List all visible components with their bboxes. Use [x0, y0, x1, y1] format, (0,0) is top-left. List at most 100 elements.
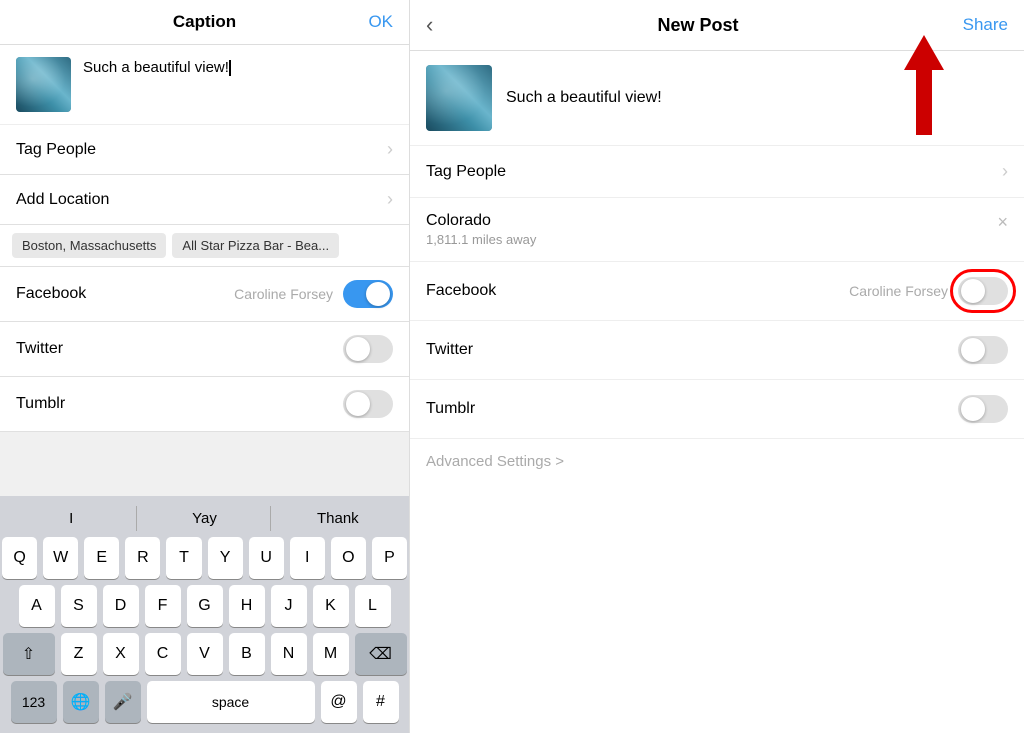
location-name: Colorado — [426, 212, 536, 230]
right-twitter-toggle-knob — [961, 338, 985, 362]
keyboard-row-3: ⇧ Z X C V B N M ⌫ — [2, 633, 407, 675]
location-distance: 1,811.1 miles away — [426, 232, 536, 247]
facebook-toggle-knob-left — [366, 282, 390, 306]
key-mic[interactable]: 🎤 — [105, 681, 141, 723]
right-twitter-label: Twitter — [426, 341, 473, 359]
suggestion-i[interactable]: I — [6, 506, 137, 531]
key-at[interactable]: @ — [321, 681, 357, 723]
facebook-toggle-left[interactable] — [343, 280, 393, 308]
key-k[interactable]: K — [313, 585, 349, 627]
tag-people-chevron-icon: › — [387, 139, 393, 160]
suggestion-thank[interactable]: Thank — [273, 506, 403, 531]
facebook-toggle-wrapper — [958, 277, 1008, 305]
new-post-header: ‹ New Post Share — [410, 0, 1024, 51]
key-v[interactable]: V — [187, 633, 223, 675]
suggestion-yay[interactable]: Yay — [139, 506, 270, 531]
add-location-label: Add Location — [16, 191, 109, 209]
keyboard: I Yay Thank Q W E R T Y U I O P A S D F … — [0, 496, 409, 733]
key-delete[interactable]: ⌫ — [355, 633, 407, 675]
right-facebook-right: Caroline Forsey — [849, 277, 1008, 305]
key-u[interactable]: U — [249, 537, 284, 579]
key-m[interactable]: M — [313, 633, 349, 675]
keyboard-suggestions: I Yay Thank — [2, 500, 407, 537]
right-tag-people-label: Tag People — [426, 163, 506, 181]
share-button[interactable]: Share — [963, 15, 1008, 35]
back-button[interactable]: ‹ — [426, 12, 433, 38]
twitter-row-left: Twitter — [0, 322, 409, 377]
facebook-label-left: Facebook — [16, 285, 86, 303]
key-b[interactable]: B — [229, 633, 265, 675]
advanced-settings[interactable]: Advanced Settings > — [410, 439, 1024, 484]
key-o[interactable]: O — [331, 537, 366, 579]
key-l[interactable]: L — [355, 585, 391, 627]
caption-header: Caption OK — [0, 0, 409, 45]
post-caption-text: Such a beautiful view! — [506, 89, 1008, 107]
location-info: Colorado 1,811.1 miles away — [426, 212, 536, 247]
key-g[interactable]: G — [187, 585, 223, 627]
key-p[interactable]: P — [372, 537, 407, 579]
tag-people-label: Tag People — [16, 141, 96, 159]
twitter-toggle-knob-left — [346, 337, 370, 361]
facebook-row-left: Facebook Caroline Forsey — [0, 267, 409, 322]
right-facebook-toggle[interactable] — [958, 277, 1008, 305]
location-tags-row: Boston, Massachusetts All Star Pizza Bar… — [0, 225, 409, 267]
right-facebook-row: Facebook Caroline Forsey — [410, 262, 1024, 321]
tumblr-label-left: Tumblr — [16, 395, 65, 413]
key-f[interactable]: F — [145, 585, 181, 627]
keyboard-row-4: 123 🌐 🎤 space @ # — [2, 681, 407, 723]
right-facebook-toggle-knob — [961, 279, 985, 303]
key-e[interactable]: E — [84, 537, 119, 579]
key-z[interactable]: Z — [61, 633, 97, 675]
key-t[interactable]: T — [166, 537, 201, 579]
key-d[interactable]: D — [103, 585, 139, 627]
tumblr-row-left: Tumblr — [0, 377, 409, 432]
right-facebook-account: Caroline Forsey — [849, 283, 948, 299]
key-hash[interactable]: # — [363, 681, 399, 723]
caption-title: Caption — [173, 12, 236, 32]
twitter-toggle-left[interactable] — [343, 335, 393, 363]
location-tag-boston[interactable]: Boston, Massachusetts — [12, 233, 166, 258]
key-123[interactable]: 123 — [11, 681, 57, 723]
right-panel: ‹ New Post Share Such a beautiful view! … — [410, 0, 1024, 733]
right-tumblr-toggle-knob — [961, 397, 985, 421]
post-preview: Such a beautiful view! — [410, 51, 1024, 146]
location-tag-pizza[interactable]: All Star Pizza Bar - Bea... — [172, 233, 339, 258]
right-tumblr-toggle[interactable] — [958, 395, 1008, 423]
key-i[interactable]: I — [290, 537, 325, 579]
right-facebook-label: Facebook — [426, 282, 496, 300]
new-post-title: New Post — [657, 15, 738, 36]
key-n[interactable]: N — [271, 633, 307, 675]
key-a[interactable]: A — [19, 585, 55, 627]
text-cursor — [229, 60, 231, 76]
key-globe[interactable]: 🌐 — [63, 681, 99, 723]
key-j[interactable]: J — [271, 585, 307, 627]
add-location-item[interactable]: Add Location › — [0, 175, 409, 225]
right-tumblr-label: Tumblr — [426, 400, 475, 418]
key-s[interactable]: S — [61, 585, 97, 627]
caption-text-field[interactable]: Such a beautiful view! — [83, 57, 393, 78]
key-q[interactable]: Q — [2, 537, 37, 579]
right-twitter-toggle[interactable] — [958, 336, 1008, 364]
right-tumblr-row: Tumblr — [410, 380, 1024, 439]
key-w[interactable]: W — [43, 537, 78, 579]
twitter-label-left: Twitter — [16, 340, 63, 358]
keyboard-row-2: A S D F G H J K L — [2, 585, 407, 627]
facebook-right-left: Caroline Forsey — [234, 280, 393, 308]
keyboard-row-1: Q W E R T Y U I O P — [2, 537, 407, 579]
key-shift[interactable]: ⇧ — [3, 633, 55, 675]
ok-button[interactable]: OK — [368, 12, 393, 32]
key-x[interactable]: X — [103, 633, 139, 675]
right-twitter-row: Twitter — [410, 321, 1024, 380]
caption-thumbnail — [16, 57, 71, 112]
right-tag-people-item[interactable]: Tag People › — [410, 146, 1024, 198]
tumblr-toggle-left[interactable] — [343, 390, 393, 418]
key-space[interactable]: space — [147, 681, 315, 723]
location-remove-button[interactable]: × — [997, 212, 1008, 233]
key-r[interactable]: R — [125, 537, 160, 579]
key-c[interactable]: C — [145, 633, 181, 675]
key-y[interactable]: Y — [208, 537, 243, 579]
menu-section: Tag People › Add Location › Boston, Mass… — [0, 125, 409, 496]
key-h[interactable]: H — [229, 585, 265, 627]
tag-people-item[interactable]: Tag People › — [0, 125, 409, 175]
caption-input-area: Such a beautiful view! — [0, 45, 409, 125]
